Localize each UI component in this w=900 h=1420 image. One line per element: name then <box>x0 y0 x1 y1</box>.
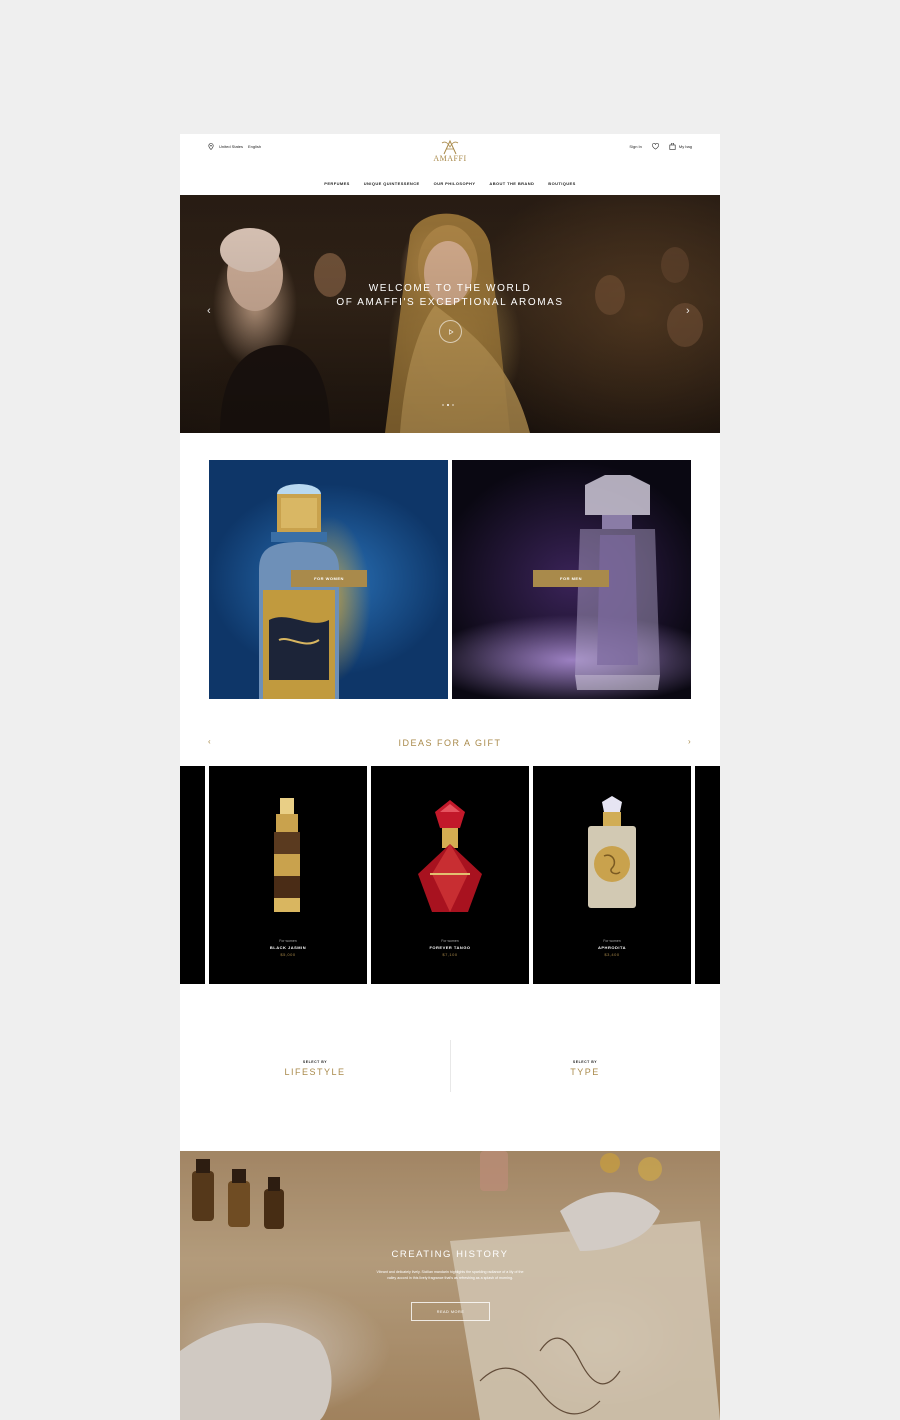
hero-pagination-dot[interactable] <box>447 404 449 406</box>
card-audience: For women <box>279 939 297 943</box>
card-price: $5,000 <box>280 952 296 957</box>
product-card-partial-right[interactable] <box>695 766 720 984</box>
men-perfume-bottle <box>575 475 660 690</box>
category-tile-men[interactable]: FOR MEN <box>452 460 691 699</box>
card-audience: For women <box>441 939 459 943</box>
header-actions: Sign In My bag <box>629 143 692 150</box>
hero-play-button[interactable] <box>439 320 462 343</box>
card-meta: For women APHRODITA $3,400 <box>533 939 691 957</box>
play-icon <box>448 328 454 335</box>
gift-next-arrow[interactable]: › <box>688 737 691 746</box>
bag-label[interactable]: My bag <box>679 144 692 149</box>
creating-history-section: CREATING HISTORY Vibrant and delicately … <box>180 1151 720 1420</box>
locale-selector[interactable]: United States English <box>208 143 261 150</box>
select-by-type[interactable]: SELECT BY TYPE <box>450 1040 720 1100</box>
hero-pagination-dot[interactable] <box>452 404 454 406</box>
language-label[interactable]: English <box>248 144 261 149</box>
type-label: TYPE <box>570 1067 600 1077</box>
gift-section-title: IDEAS FOR A GIFT <box>398 738 502 748</box>
forever-tango-bottle <box>418 800 482 912</box>
bag-link[interactable]: My bag <box>669 143 692 150</box>
card-product-name: APHRODITA <box>598 945 626 950</box>
logo-wordmark: AMAFFI <box>433 154 467 163</box>
hero-pagination <box>442 404 454 406</box>
card-product-name: BLACK JASMIN <box>269 945 307 950</box>
shopping-bag-icon <box>669 143 676 150</box>
hero-prev-arrow[interactable]: ‹ <box>207 305 211 317</box>
nav-item-about-the-brand[interactable]: ABOUT THE BRAND <box>489 181 534 186</box>
card-price: $7,100 <box>442 952 458 957</box>
card-meta: For women FOREVER TANGO $7,100 <box>371 939 529 957</box>
category-tile-women[interactable]: FOR WOMEN <box>209 460 448 699</box>
history-overlay <box>180 1151 720 1420</box>
brand-logo[interactable]: AMAFFI <box>420 139 480 163</box>
women-perfume-bottle <box>259 484 339 699</box>
site-header: United States English AMAFFI Sign In My … <box>180 134 720 195</box>
product-card[interactable]: For women BLACK JASMIN $5,000 <box>209 766 367 984</box>
hero-banner: WELCOME TO THE WORLD OF AMAFFI'S EXCEPTI… <box>180 195 720 433</box>
select-by-label: SELECT BY <box>302 1060 328 1064</box>
nav-item-boutiques[interactable]: BOUTIQUES <box>548 181 575 186</box>
card-meta: For women BLACK JASMIN $5,000 <box>209 939 367 957</box>
product-card[interactable]: For women FOREVER TANGO $7,100 <box>371 766 529 984</box>
read-more-button[interactable]: READ MORE <box>411 1302 490 1321</box>
region-label[interactable]: United States <box>219 144 243 149</box>
hero-title-line2: OF AMAFFI'S EXCEPTIONAL AROMAS <box>336 297 564 308</box>
black-jasmin-bottle <box>274 798 300 912</box>
heart-icon[interactable] <box>652 143 659 150</box>
hero-title: WELCOME TO THE WORLD OF AMAFFI'S EXCEPTI… <box>180 282 720 310</box>
hero-next-arrow[interactable]: › <box>686 305 690 317</box>
hero-pagination-dot[interactable] <box>442 404 444 406</box>
location-pin-icon <box>208 143 214 150</box>
history-title: CREATING HISTORY <box>391 1249 509 1260</box>
aphrodita-bottle <box>588 796 636 908</box>
card-audience: For women <box>603 939 621 943</box>
select-by-lifestyle[interactable]: SELECT BY LIFESTYLE <box>180 1040 450 1100</box>
for-men-button[interactable]: FOR MEN <box>533 570 609 587</box>
gift-carousel-header: ‹ IDEAS FOR A GIFT › <box>180 736 720 752</box>
card-product-name: FOREVER TANGO <box>429 945 471 950</box>
nav-item-unique-quintessence[interactable]: UNIQUE QUINTESSENCE <box>364 181 420 186</box>
history-description: Vibrant and delicately lively. Sicilian … <box>376 1270 524 1280</box>
sign-in-link[interactable]: Sign In <box>629 144 641 149</box>
hero-title-line1: WELCOME TO THE WORLD <box>368 283 532 294</box>
hero-overlay <box>180 195 720 433</box>
page: United States English AMAFFI Sign In My … <box>180 134 720 1420</box>
lifestyle-label: LIFESTYLE <box>284 1067 346 1077</box>
nav-item-perfumes[interactable]: PERFUMES <box>324 181 349 186</box>
nav-item-our-philosophy[interactable]: OUR PHILOSOPHY <box>434 181 476 186</box>
product-card-partial-left[interactable] <box>180 766 205 984</box>
main-nav: PERFUMES UNIQUE QUINTESSENCE OUR PHILOSO… <box>180 181 720 186</box>
for-women-button[interactable]: FOR WOMEN <box>291 570 367 587</box>
card-price: $3,400 <box>604 952 620 957</box>
logo-monogram-icon <box>441 139 459 155</box>
product-card[interactable]: For women APHRODITA $3,400 <box>533 766 691 984</box>
select-by-label: SELECT BY <box>572 1060 598 1064</box>
